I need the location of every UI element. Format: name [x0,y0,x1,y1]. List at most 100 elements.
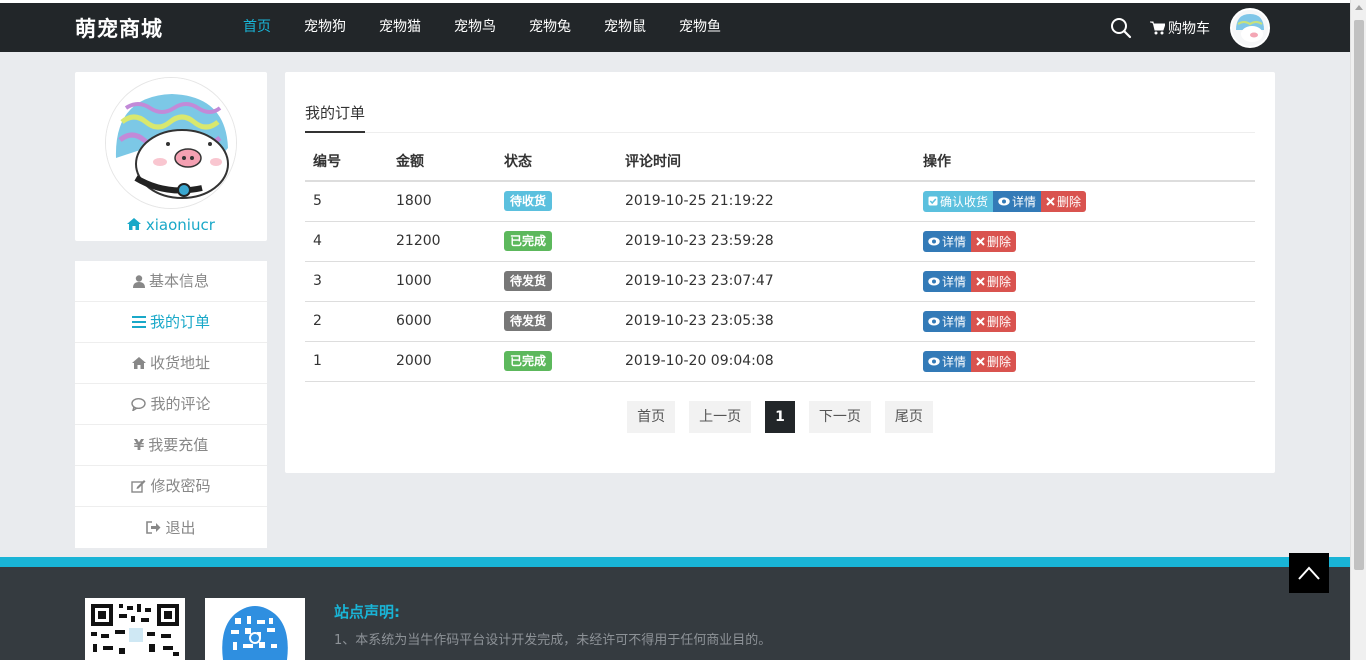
cell-id: 2 [305,301,388,342]
delete-button[interactable]: 删除 [971,230,1017,252]
cell-status: 已完成 [496,221,617,262]
sidebar-item-my-orders[interactable]: 我的订单 [75,302,267,343]
user-icon [132,274,145,288]
sign-out-icon [146,521,161,534]
pager-current-page[interactable]: 1 [765,401,795,433]
home-icon [131,357,146,369]
sidebar-item-basic-info[interactable]: 基本信息 [75,261,267,302]
pig-helmet-avatar-image [106,78,236,208]
delete-button[interactable]: 删除 [971,270,1017,292]
pager-next[interactable]: 下一页 [808,401,871,433]
pager-prev[interactable]: 上一页 [689,401,752,433]
nav-cats[interactable]: 宠物猫 [366,3,434,52]
detail-button[interactable]: 详情 [993,190,1042,212]
tab-my-orders[interactable]: 我的订单 [305,102,366,133]
status-badge: 待发货 [504,271,553,291]
cell-time: 2019-10-23 23:05:38 [617,301,915,342]
home-icon [127,218,142,230]
scrollbar-thumb[interactable] [1354,20,1364,570]
col-header-id: 编号 [305,142,388,182]
cell-actions: 确认收货 详情 删除 [915,181,1255,222]
table-row: 2 6000 待发货 2019-10-23 23:05:38 详情 删除 [305,301,1255,342]
qr-code-image [205,598,305,660]
table-row: 4 21200 已完成 2019-10-23 23:59:28 详情 删除 [305,221,1255,262]
cell-time: 2019-10-20 09:04:08 [617,341,915,382]
alipay-qr-code [205,598,305,660]
nav-home[interactable]: 首页 [230,3,284,52]
pagination: 首页 上一页 1 下一页 尾页 [285,401,1275,433]
cell-actions: 详情 删除 [915,341,1255,382]
nav-birds[interactable]: 宠物鸟 [441,3,509,52]
main-nav: 首页 宠物狗 宠物猫 宠物鸟 宠物兔 宠物鼠 宠物鱼 [230,3,741,52]
confirm-receipt-button[interactable]: 确认收货 [923,190,994,212]
eye-icon [928,237,940,245]
tab-divider [305,132,1255,133]
table-row: 5 1800 待收货 2019-10-25 21:19:22 确认收货 详情 删… [305,181,1255,222]
user-avatar[interactable] [1230,7,1270,48]
cell-status: 待发货 [496,301,617,342]
eye-icon [928,317,940,325]
back-to-top-button[interactable] [1289,553,1329,593]
close-icon [976,276,985,286]
nav-dogs[interactable]: 宠物狗 [291,3,359,52]
eye-icon [928,277,940,285]
delete-button[interactable]: 删除 [971,350,1017,372]
pig-avatar-image [1232,9,1268,46]
qr-code-image [85,598,185,660]
detail-button[interactable]: 详情 [923,350,972,372]
profile-card: xiaoniucr [75,72,267,241]
profile-avatar[interactable] [105,77,237,209]
close-icon [1046,197,1055,206]
sidebar-menu: 基本信息 我的订单 收货地址 我的评论 ¥ 我要充值 修改密码 退出 [75,261,267,548]
edit-icon [131,480,146,493]
status-badge: 已完成 [504,231,553,251]
eye-icon [998,197,1010,206]
profile-username[interactable]: xiaoniucr [75,216,267,234]
close-icon [976,356,985,366]
table-row: 3 1000 待发货 2019-10-23 23:07:47 详情 删除 [305,261,1255,302]
detail-button[interactable]: 详情 [923,230,972,252]
cell-id: 5 [305,181,388,222]
col-header-amount: 金额 [388,142,496,182]
detail-button[interactable]: 详情 [923,310,972,332]
eye-icon [928,357,940,365]
nav-fish[interactable]: 宠物鱼 [666,3,734,52]
vertical-scrollbar[interactable] [1350,0,1366,660]
cell-status: 待发货 [496,261,617,302]
status-badge: 已完成 [504,351,553,371]
detail-button[interactable]: 详情 [923,270,972,292]
cell-actions: 详情 删除 [915,221,1255,262]
sidebar-item-comments[interactable]: 我的评论 [75,384,267,425]
cell-id: 1 [305,341,388,382]
sidebar-item-recharge[interactable]: ¥ 我要充值 [75,425,267,466]
delete-button[interactable]: 删除 [971,310,1017,332]
sidebar-item-logout[interactable]: 退出 [75,507,267,548]
sidebar-item-address[interactable]: 收货地址 [75,343,267,384]
cart-label: 购物车 [1168,20,1210,37]
search-icon[interactable] [1110,17,1132,39]
orders-panel: 我的订单 编号 金额 状态 评论时间 操作 5 1800 待收货 2019-10… [285,72,1275,473]
cell-amount: 1800 [388,181,496,222]
cart-link[interactable]: 购物车 [1150,18,1210,38]
scroll-up-arrow[interactable] [1355,5,1363,10]
site-footer: 站点声明: 1、本系统为当牛作码平台设计开发完成，未经许可不得用于任何商业目的。 [0,567,1350,660]
sidebar-item-change-password[interactable]: 修改密码 [75,466,267,507]
cell-amount: 6000 [388,301,496,342]
brand-logo[interactable]: 萌宠商城 [75,13,163,43]
yen-icon: ¥ [133,436,145,454]
status-badge: 待发货 [504,311,553,331]
delete-button[interactable]: 删除 [1041,190,1087,212]
list-icon [131,316,146,328]
pager-first[interactable]: 首页 [627,401,676,433]
wechat-qr-code [85,598,185,660]
nav-rabbits[interactable]: 宠物兔 [516,3,584,52]
declaration-text: 1、本系统为当牛作码平台设计开发完成，未经许可不得用于任何商业目的。 [334,633,772,648]
cell-time: 2019-10-25 21:19:22 [617,181,915,222]
cell-time: 2019-10-23 23:07:47 [617,261,915,302]
comment-icon [131,397,147,411]
pager-last[interactable]: 尾页 [884,401,933,433]
cell-id: 3 [305,261,388,302]
footer-accent-stripe [0,557,1350,567]
nav-mice[interactable]: 宠物鼠 [591,3,659,52]
orders-table: 编号 金额 状态 评论时间 操作 5 1800 待收货 2019-10-25 2… [305,142,1255,382]
